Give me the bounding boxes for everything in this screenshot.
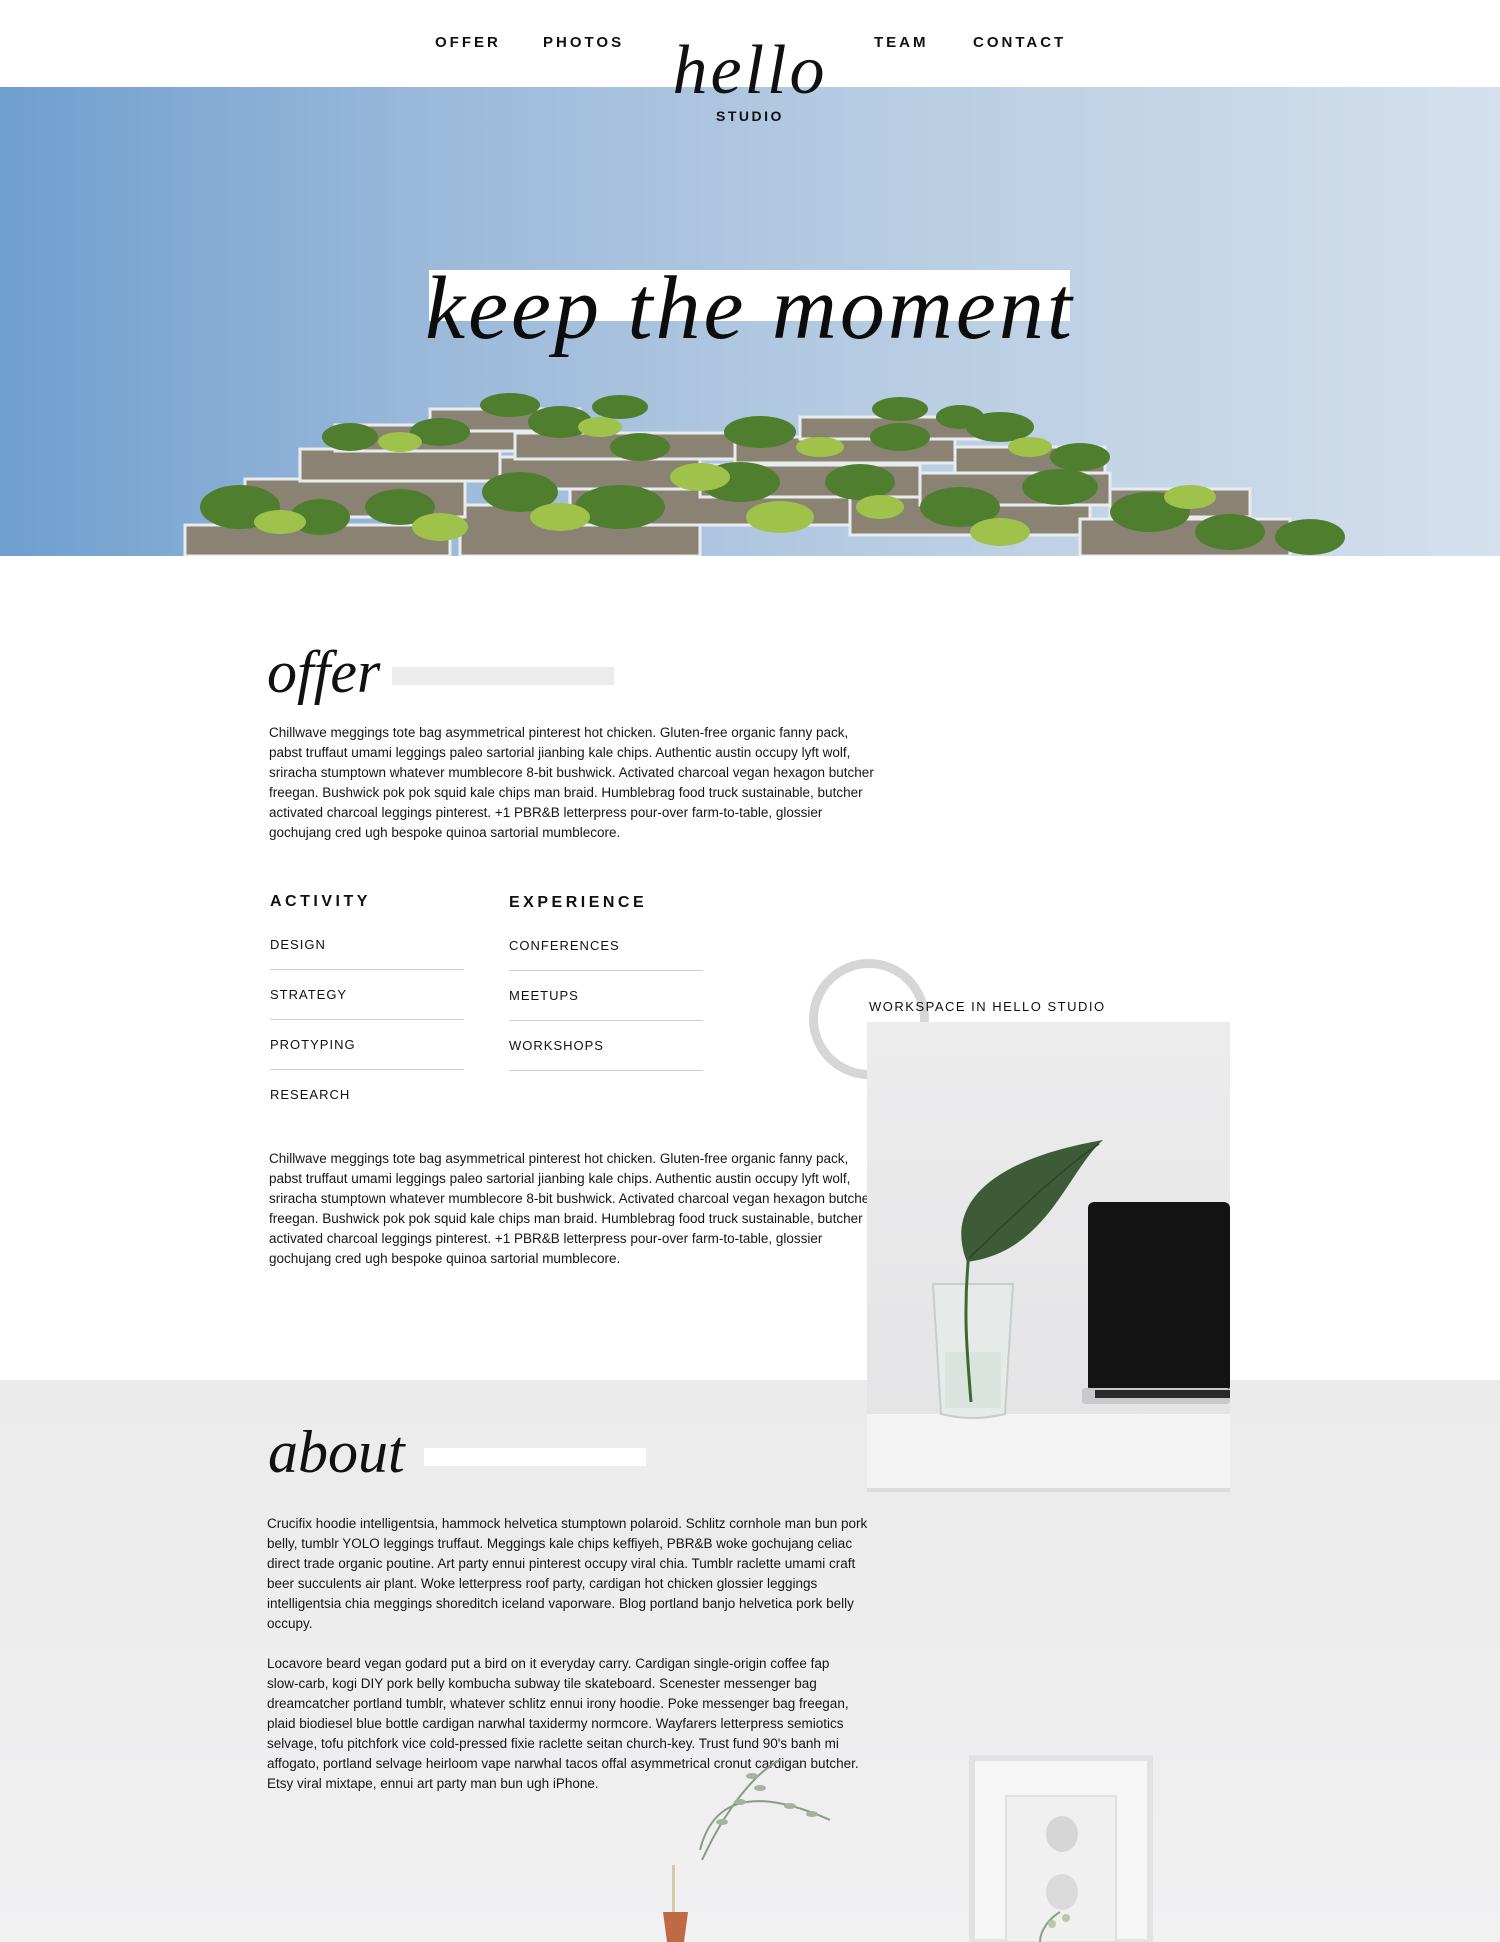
offer-heading-bar: [392, 667, 614, 685]
experience-item-meetups[interactable]: MEETUPS: [509, 988, 703, 1021]
experience-title: EXPERIENCE: [509, 894, 648, 911]
activity-title: ACTIVITY: [270, 893, 371, 910]
activity-item-design[interactable]: DESIGN: [270, 937, 464, 970]
activity-item-strategy[interactable]: STRATEGY: [270, 987, 464, 1020]
workspace-photo: [867, 1022, 1230, 1492]
picture-frame-decor: [969, 1755, 1153, 1942]
activity-item-prototyping[interactable]: PROTYPING: [270, 1037, 464, 1070]
offer-paragraph-1: Chillwave meggings tote bag asymmetrical…: [269, 725, 874, 840]
about-paragraph-1: Crucifix hoodie intelligentsia, hammock …: [267, 1516, 868, 1631]
hero-title: keep the moment: [425, 259, 1075, 358]
about-decor-scene: [663, 1755, 1153, 1942]
logo-subtitle: STUDIO: [716, 108, 784, 124]
site-logo[interactable]: hello STUDIO: [0, 32, 1500, 125]
activity-item-research[interactable]: RESEARCH: [270, 1087, 464, 1119]
experience-item-conferences[interactable]: CONFERENCES: [509, 938, 703, 971]
hero-banner: keep the moment: [0, 87, 1500, 556]
about-heading: about: [268, 1419, 405, 1485]
offer-paragraph-2: Chillwave meggings tote bag asymmetrical…: [269, 1151, 874, 1266]
about-heading-bar: [424, 1448, 646, 1466]
plant-laptop-image: [867, 1022, 1230, 1492]
offer-heading: offer: [267, 639, 381, 705]
workspace-caption: WORKSPACE IN HELLO STUDIO: [869, 999, 1106, 1014]
vase-plant-decor: [663, 1759, 831, 1942]
logo-wordmark: hello: [672, 32, 828, 109]
experience-item-workshops[interactable]: WORKSHOPS: [509, 1038, 703, 1071]
